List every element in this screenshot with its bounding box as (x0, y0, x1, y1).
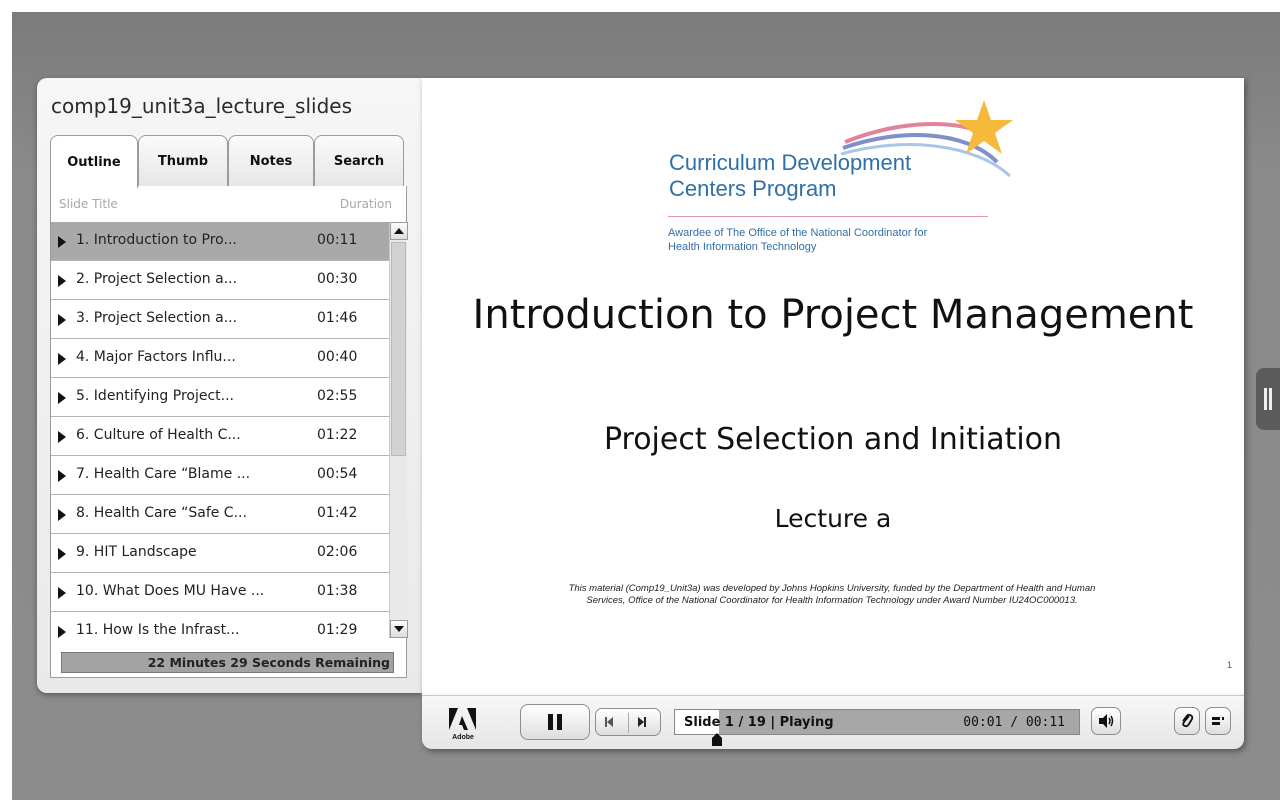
expand-triangle-icon[interactable] (58, 314, 66, 326)
expand-triangle-icon[interactable] (58, 353, 66, 365)
scroll-thumb[interactable] (391, 242, 406, 456)
award-statement: Awardee of The Office of the National Co… (668, 226, 1028, 254)
row-duration: 01:29 (317, 622, 358, 638)
award-line2: Health Information Technology (668, 241, 817, 253)
expand-triangle-icon[interactable] (58, 275, 66, 287)
row-title: 9. HIT Landscape (76, 544, 197, 560)
sidebar-toggle-tab[interactable] (1256, 368, 1280, 430)
volume-button[interactable] (1091, 707, 1121, 735)
logo-divider (668, 216, 988, 217)
elapsed-time: 00:01 / 00:11 (963, 715, 1065, 730)
outline-row[interactable]: 3. Project Selection a... 01:46 (51, 300, 389, 339)
row-title: 2. Project Selection a... (76, 271, 238, 287)
award-line1: Awardee of The Office of the National Co… (668, 227, 928, 239)
slide-status: Slide 1 / 19 | Playing (684, 715, 834, 730)
deck-title: comp19_unit3a_lecture_slides (51, 94, 353, 118)
tab-thumb[interactable]: Thumb (138, 135, 228, 187)
row-title: 8. Health Care “Safe C... (76, 505, 247, 521)
row-title: 11. How Is the Infrast... (76, 622, 240, 638)
row-duration: 01:42 (317, 505, 358, 521)
outline-list: Slide Title Duration 1. Introduction to … (50, 186, 408, 678)
menu-icon (1212, 717, 1224, 725)
header-slide-title: Slide Title (59, 197, 118, 211)
slide-lecture: Lecture a (774, 504, 892, 533)
org-name-line2: Centers Program (669, 176, 837, 201)
outline-row[interactable]: 4. Major Factors Influ... 00:40 (51, 339, 389, 378)
scroll-up-button[interactable] (390, 222, 408, 240)
arrow-up-icon (394, 228, 404, 234)
paperclip-icon (1182, 713, 1194, 728)
row-title: 3. Project Selection a... (76, 310, 238, 326)
row-duration: 00:40 (317, 349, 358, 365)
slide-canvas: Curriculum Development Centers Program A… (422, 78, 1244, 695)
tab-notes[interactable]: Notes (228, 135, 314, 187)
slide-page-number: 1 (1226, 660, 1232, 670)
outline-row[interactable]: 10. What Does MU Have ... 01:38 (51, 573, 389, 612)
outline-row[interactable]: 9. HIT Landscape 02:06 (51, 534, 389, 573)
toggle-bar-icon (1269, 388, 1272, 410)
tab-outline[interactable]: Outline (50, 135, 138, 188)
playback-controlbar: Adobe Slide 1 / 19 | Playing 00:01 / 00:… (422, 695, 1244, 749)
next-slide-icon[interactable] (638, 717, 646, 727)
outline-row[interactable]: 1. Introduction to Pro... 00:11 (51, 222, 389, 261)
adobe-logo-text: Adobe (452, 734, 474, 741)
org-name-line1: Curriculum Development (669, 150, 912, 175)
pause-icon (548, 714, 562, 730)
row-title: 1. Introduction to Pro... (76, 232, 237, 248)
scroll-down-button[interactable] (390, 620, 408, 638)
attachments-button[interactable] (1174, 707, 1200, 735)
row-duration: 02:55 (317, 388, 358, 404)
slide-subtitle: Project Selection and Initiation (603, 422, 1063, 457)
outline-header: Slide Title Duration (51, 186, 407, 222)
disclaimer-line1: This material (Comp19_Unit3a) was develo… (568, 583, 1096, 594)
tab-search[interactable]: Search (314, 135, 404, 187)
row-title: 7. Health Care “Blame ... (76, 466, 251, 482)
row-duration: 01:46 (317, 310, 358, 326)
row-duration: 00:11 (317, 232, 358, 248)
expand-triangle-icon[interactable] (58, 392, 66, 404)
row-title: 6. Culture of Health C... (76, 427, 241, 443)
progress-bar[interactable]: Slide 1 / 19 | Playing 00:01 / 00:11 (674, 709, 1080, 735)
outline-row[interactable]: 11. How Is the Infrast... 01:29 (51, 612, 389, 638)
toggle-bar-icon (1264, 388, 1267, 410)
outline-row[interactable]: 2. Project Selection a... 00:30 (51, 261, 389, 300)
expand-triangle-icon[interactable] (58, 431, 66, 443)
expand-triangle-icon[interactable] (58, 509, 66, 521)
row-duration: 01:38 (317, 583, 358, 599)
row-title: 10. What Does MU Have ... (76, 583, 265, 599)
playhead-handle[interactable] (712, 733, 722, 746)
row-duration: 01:22 (317, 427, 358, 443)
outline-scrollbar[interactable] (389, 222, 408, 638)
menu-button[interactable] (1205, 707, 1231, 735)
expand-triangle-icon[interactable] (58, 626, 66, 638)
sidebar-panel: comp19_unit3a_lecture_slides Outline Thu… (37, 78, 422, 693)
outline-row[interactable]: 6. Culture of Health C... 01:22 (51, 417, 389, 456)
row-duration: 02:06 (317, 544, 358, 560)
expand-triangle-icon[interactable] (58, 470, 66, 482)
expand-triangle-icon[interactable] (58, 236, 66, 248)
outline-row[interactable]: 8. Health Care “Safe C... 01:42 (51, 495, 389, 534)
sidebar-tabs: Outline Thumb Notes Search (50, 135, 410, 188)
row-title: 5. Identifying Project... (76, 388, 235, 404)
row-title: 4. Major Factors Influ... (76, 349, 236, 365)
pause-button[interactable] (520, 704, 590, 740)
outline-row[interactable]: 5. Identifying Project... 02:55 (51, 378, 389, 417)
outline-rows: 1. Introduction to Pro... 00:11 2. Projec… (51, 222, 389, 638)
disclaimer-line2: Services, Office of the National Coordin… (586, 595, 1078, 606)
adobe-logo-icon: Adobe (449, 708, 476, 741)
header-duration: Duration (339, 197, 392, 211)
arrow-down-icon (394, 626, 404, 632)
previous-slide-icon[interactable] (605, 717, 613, 727)
expand-triangle-icon[interactable] (58, 587, 66, 599)
time-remaining: 22 Minutes 29 Seconds Remaining (61, 652, 394, 673)
outline-row[interactable]: 7. Health Care “Blame ... 00:54 (51, 456, 389, 495)
expand-triangle-icon[interactable] (58, 548, 66, 560)
org-name: Curriculum Development Centers Program (669, 150, 911, 202)
speaker-icon (1099, 714, 1114, 728)
slide-title: Introduction to Project Management (472, 292, 1194, 338)
slide-disclaimer: This material (Comp19_Unit3a) was develo… (482, 583, 1182, 607)
slide-nav-group (595, 708, 661, 736)
row-duration: 00:30 (317, 271, 358, 287)
row-duration: 00:54 (317, 466, 358, 482)
